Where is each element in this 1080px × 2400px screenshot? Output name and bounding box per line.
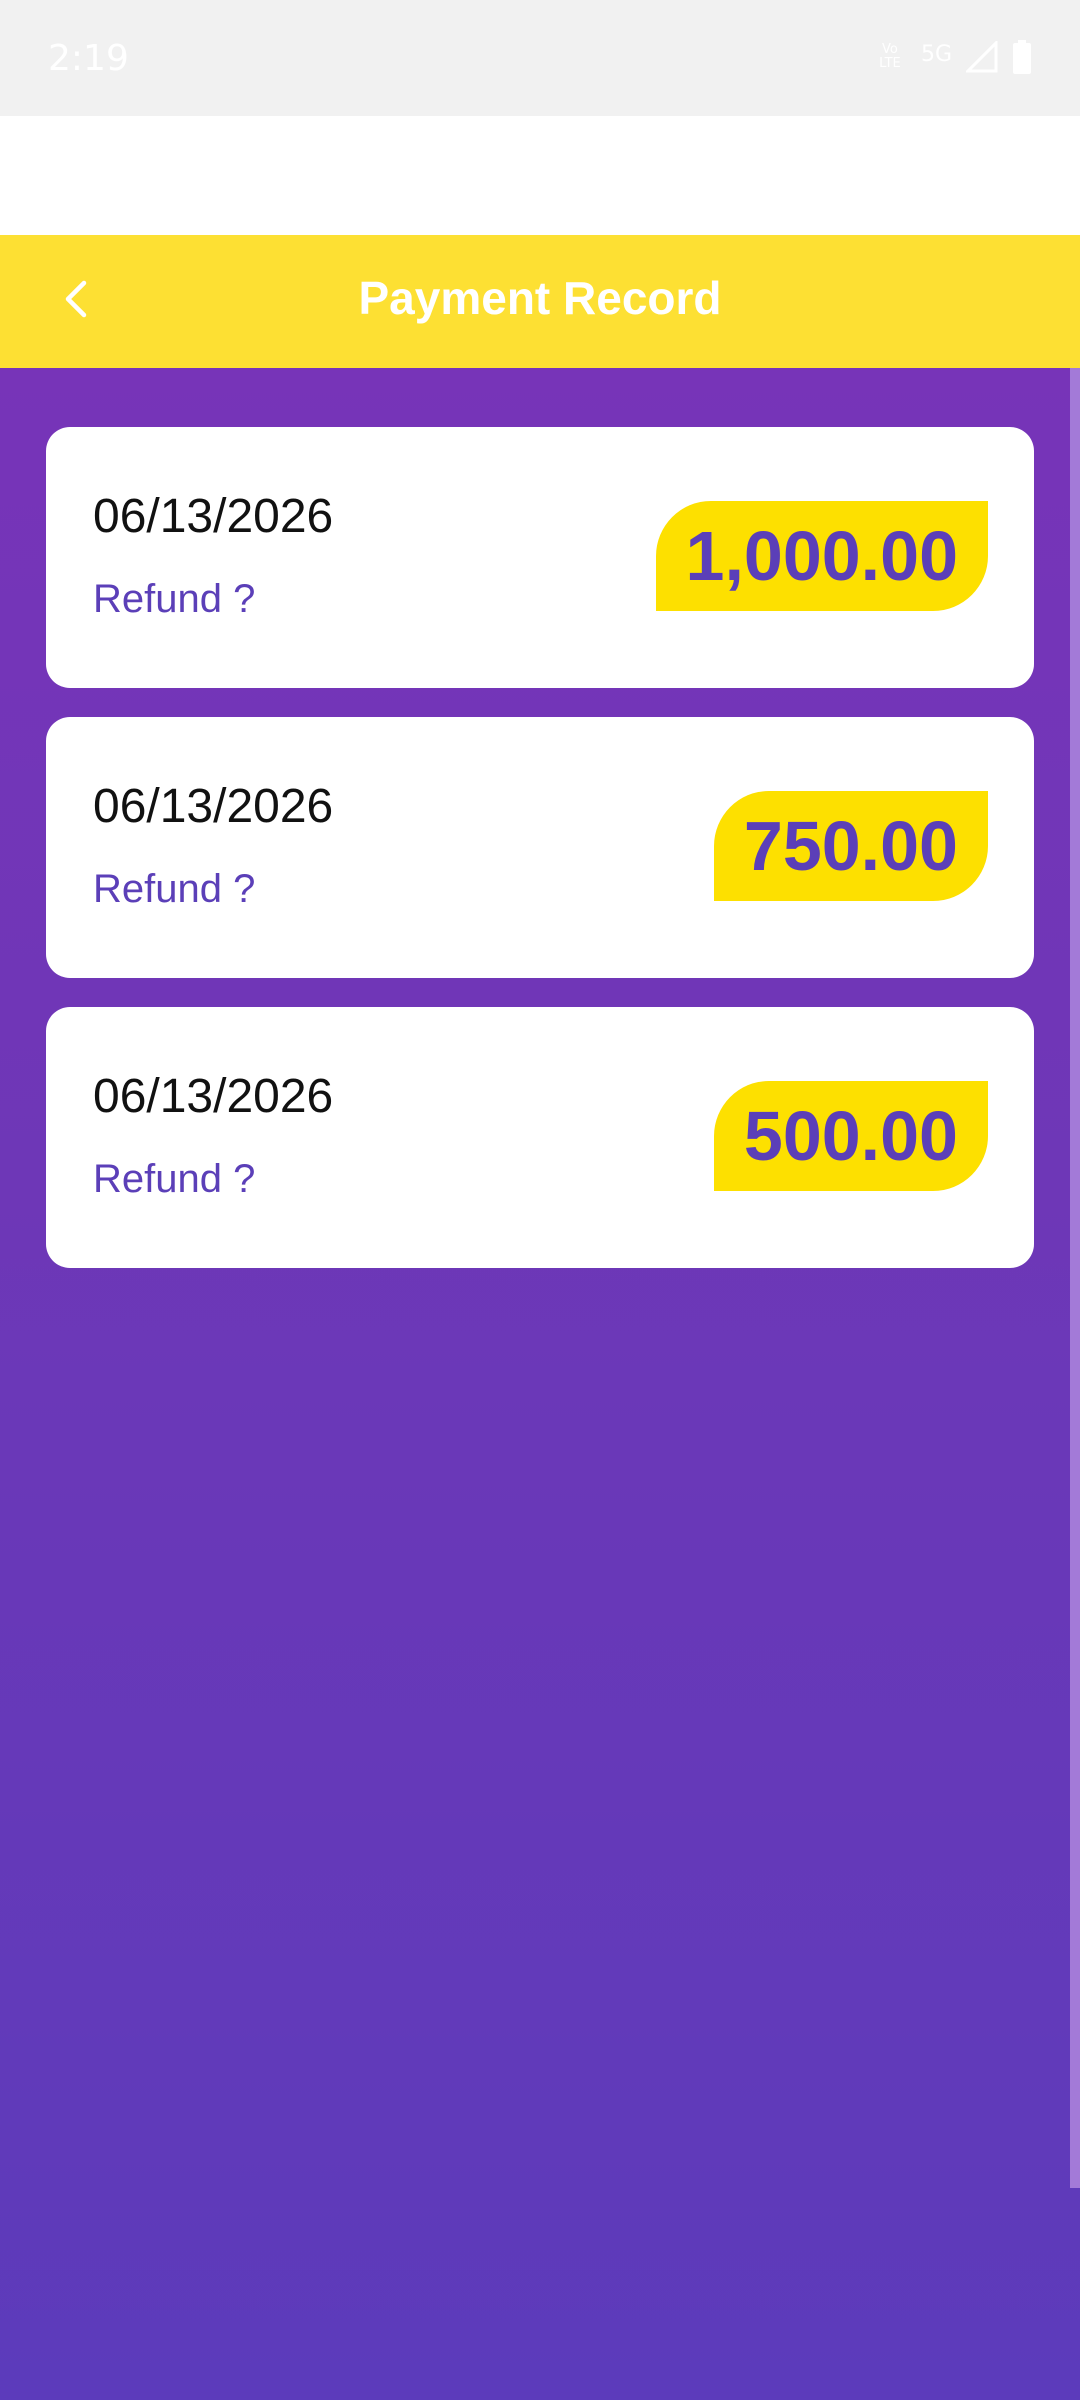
payment-record-card: 06/13/2026 Refund ? 750.00 [46, 717, 1034, 978]
scrollbar[interactable] [1070, 368, 1080, 2188]
status-time: 2:19 [48, 38, 129, 79]
payment-record-card: 06/13/2026 Refund ? 1,000.00 [46, 427, 1034, 688]
payment-date: 06/13/2026 [93, 780, 334, 833]
payment-date: 06/13/2026 [93, 1070, 334, 1123]
app-header: Payment Record [0, 235, 1080, 368]
refund-link[interactable]: Refund ? [93, 577, 255, 622]
refund-link[interactable]: Refund ? [93, 1157, 255, 1202]
status-icons: Vo LTE 5G [873, 39, 1032, 79]
battery-icon [1012, 40, 1032, 79]
signal-icon [964, 39, 998, 78]
status-bar: 2:19 Vo LTE 5G [0, 0, 1080, 116]
volte-icon: Vo LTE [879, 41, 901, 71]
refund-link[interactable]: Refund ? [93, 867, 255, 912]
payment-record-list: 06/13/2026 Refund ? 1,000.00 06/13/2026 … [0, 368, 1080, 2400]
payment-record-card: 06/13/2026 Refund ? 500.00 [46, 1007, 1034, 1268]
amount-badge: 750.00 [713, 791, 988, 901]
app-screen: 2:19 Vo LTE 5G Payment Record 06/13/2026… [0, 0, 1080, 2400]
network-type-label: 5G [920, 42, 952, 67]
top-spacer [0, 116, 1080, 235]
page-title: Payment Record [358, 272, 722, 324]
payment-date: 06/13/2026 [93, 490, 334, 543]
amount-badge: 1,000.00 [655, 501, 988, 611]
amount-badge: 500.00 [713, 1081, 988, 1191]
